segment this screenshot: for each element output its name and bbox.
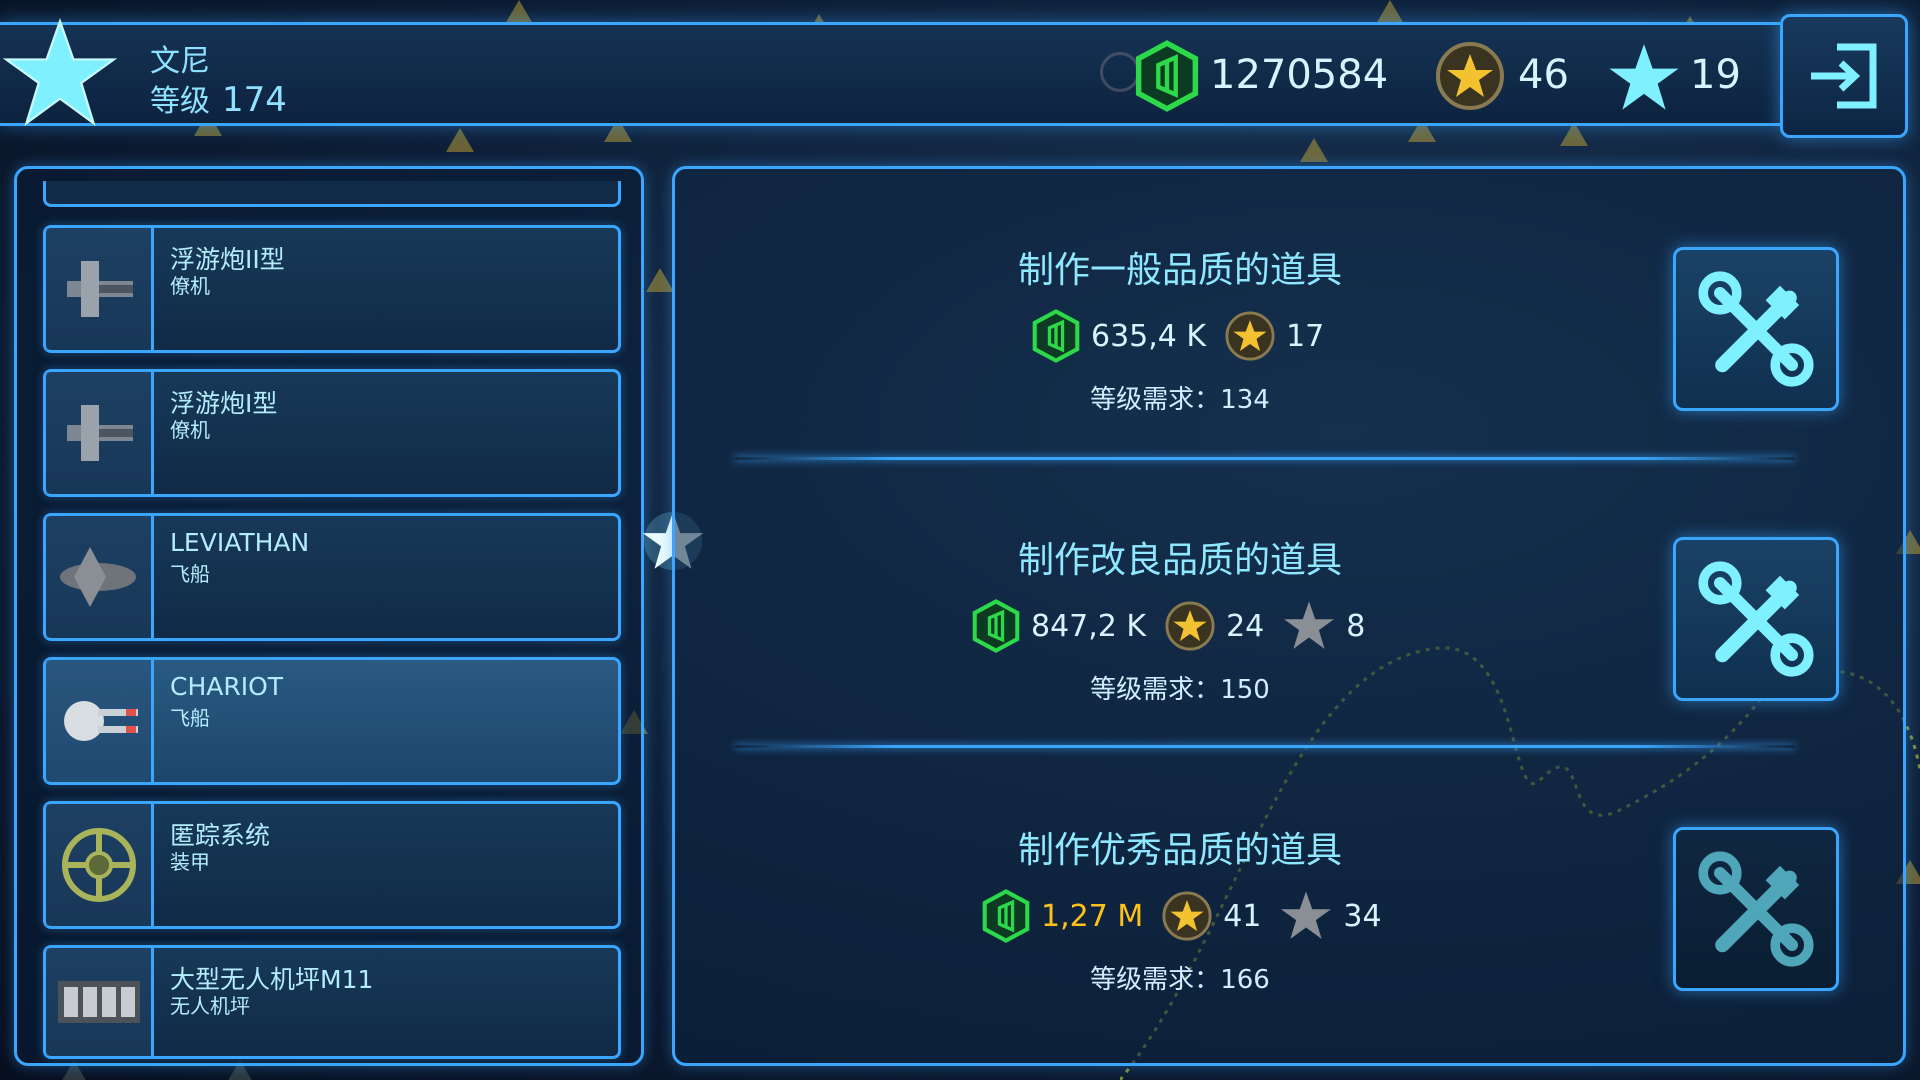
gold-star-coin-icon [1225,311,1275,361]
craft-option-title: 制作改良品质的道具 [1017,540,1342,581]
list-item-type: 飞船 [170,562,210,586]
ship-icon [46,516,154,638]
list-item[interactable]: 浮游炮I型 僚机 [43,369,621,497]
rank-star-icon [2,18,118,127]
grey-star-icon [1284,601,1335,649]
requirement-label: 等级需求： [1090,675,1221,705]
list-item[interactable]: 大型无人机坪M11 无人机坪 [43,945,621,1059]
list-item-type: 无人机坪 [170,994,250,1018]
craft-button-disabled[interactable] [1673,827,1839,991]
craft-button[interactable] [1673,247,1839,411]
craft-option-title: 制作优秀品质的道具 [1017,830,1342,871]
list-item-selected[interactable]: CHARIOT 飞船 [43,657,621,785]
list-item-type: 僚机 [170,418,210,442]
drone-gun-icon [46,372,154,494]
craft-star-cost: 8 [1346,608,1366,644]
star-currency-icon [1609,44,1679,110]
exit-icon [1811,43,1877,109]
craft-cost-row: 847,2 K 24 8 [971,599,1383,653]
drone-gun-icon [46,228,154,350]
level-label: 等级 [150,84,210,119]
section-divider [735,457,1795,460]
list-item-type: 装甲 [170,850,210,874]
drone-bay-icon [46,948,154,1056]
hazard-marker-icon [505,0,533,24]
craft-gold-star-cost: 41 [1223,898,1262,934]
craft-credits-cost: 847,2 K [1031,608,1147,644]
craft-cost-row: 1,27 M 41 34 [981,889,1400,943]
player-level: 等级 174 [150,76,287,120]
craft-gold-star-cost: 24 [1226,608,1265,644]
craft-button[interactable] [1673,537,1839,701]
list-item-name: LEVIATHAN [170,528,310,557]
level-value: 174 [222,80,287,120]
credits-cube-icon [972,599,1020,653]
craft-gold-star-cost: 17 [1286,318,1325,354]
credits-cube-icon [1032,309,1080,363]
crafting-panel: 制作一般品质的道具 635,4 K 17 等级需求：134 制作改良品质的道具 … [672,166,1906,1066]
list-item-type: 飞船 [170,706,210,730]
hazard-marker-icon [1376,0,1404,24]
gold-star-coin-icon [1162,891,1212,941]
gold-star-coin-icon [1436,42,1504,110]
list-item-partial[interactable] [43,181,621,207]
gold-stars-value: 46 [1518,52,1569,98]
list-item[interactable]: 匿踪系统 装甲 [43,801,621,929]
list-item[interactable]: 浮游炮II型 僚机 [43,225,621,353]
craft-option-title: 制作一般品质的道具 [1017,250,1342,291]
craft-credits-cost-insufficient: 1,27 M [1041,898,1144,934]
gold-star-coin-icon [1165,601,1215,651]
requirement-level: 166 [1220,965,1270,995]
craft-star-cost: 34 [1343,898,1382,934]
list-item-type: 僚机 [170,274,210,298]
craft-level-requirement: 等级需求：150 [880,669,1480,706]
tools-icon [1698,851,1814,967]
requirement-level: 150 [1220,675,1270,705]
requirement-label: 等级需求： [1090,385,1221,415]
requirement-label: 等级需求： [1090,965,1221,995]
grey-star-icon [1281,891,1332,939]
craft-credits-cost: 635,4 K [1091,318,1207,354]
craft-level-requirement: 等级需求：166 [880,959,1480,996]
stars-value: 19 [1690,52,1741,98]
stealth-module-icon [46,804,154,926]
hazard-marker-icon [446,128,474,152]
credits-value: 1270584 [1210,52,1389,98]
list-item-name: CHARIOT [170,672,284,701]
player-name: 文尼 [150,44,210,79]
credits-cube-icon [1135,40,1199,112]
requirement-level: 134 [1220,385,1270,415]
list-item[interactable]: LEVIATHAN 飞船 [43,513,621,641]
credits-cube-icon [982,889,1030,943]
hazard-marker-icon [1300,138,1328,162]
exit-button[interactable] [1780,14,1908,138]
craft-cost-row: 635,4 K 17 [1031,309,1342,363]
tools-icon [1698,561,1814,677]
item-list-panel: 浮游炮II型 僚机 浮游炮I型 僚机 LEVIATHAN 飞船 CHARIOT … [14,166,644,1066]
hazard-marker-icon [646,268,674,292]
section-divider [735,745,1795,748]
tools-icon [1698,271,1814,387]
craft-level-requirement: 等级需求：134 [880,379,1480,416]
ship-icon [46,660,154,782]
